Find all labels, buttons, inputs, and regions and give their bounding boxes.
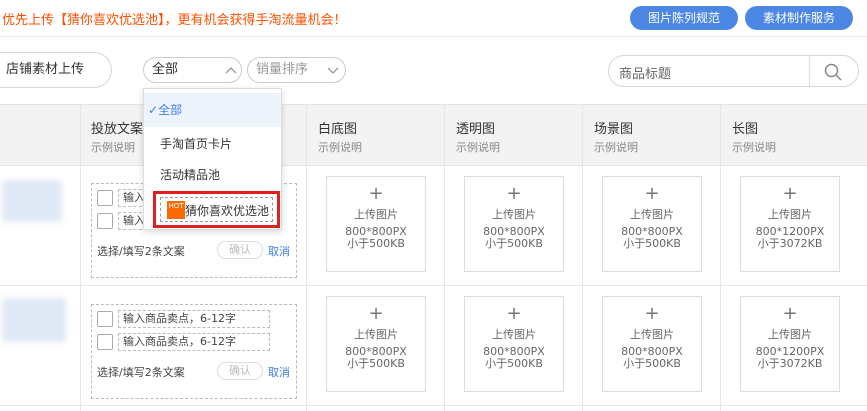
confirm-button[interactable]: 确认 <box>217 362 263 380</box>
confirm-button[interactable]: 确认 <box>217 241 263 259</box>
upload-label: 上传图片 <box>768 208 812 221</box>
product-thumbnail <box>2 180 62 222</box>
column-example-copy[interactable]: 示例说明 <box>91 139 135 155</box>
upload-white-bg[interactable]: + 上传图片 800*800PX 小于500KB <box>326 176 426 272</box>
dropdown-item-homepage-card[interactable]: 手淘首页卡片 <box>144 127 281 161</box>
dropdown-item-all[interactable]: ✓全部 <box>144 93 281 127</box>
column-header-transparent: 透明图 <box>456 122 496 137</box>
upload-white-bg[interactable]: + 上传图片 800*800PX 小于500KB <box>326 296 426 392</box>
store-material-upload-button[interactable]: 店铺素材上传 <box>0 52 112 88</box>
chevron-up-icon <box>225 67 237 74</box>
cancel-link[interactable]: 取消 <box>268 243 290 259</box>
sort-select[interactable]: 销量排序 <box>247 57 346 83</box>
upload-label: 上传图片 <box>630 208 674 221</box>
upload-transparent[interactable]: + 上传图片 800*800PX 小于500KB <box>464 176 564 272</box>
hot-badge-icon: HOT <box>167 201 185 219</box>
column-example-scene[interactable]: 示例说明 <box>594 139 638 155</box>
plus-icon: + <box>782 303 798 324</box>
scope-select-value: 全部 <box>152 62 179 77</box>
dropdown-item-activity-pool[interactable]: 活动精品池 <box>144 158 281 192</box>
copy-checkbox[interactable] <box>97 311 113 327</box>
copy-editor: 输入商品卖点，6-12字 输入商品卖点，6-12字 选择/填写2条文案 确认 取… <box>91 304 297 399</box>
column-header-white-bg: 白底图 <box>318 122 358 137</box>
material-service-button[interactable]: 素材制作服务 <box>745 6 853 30</box>
column-divider <box>444 104 445 411</box>
dropdown-item-label: 猜你喜欢优选池 <box>185 204 270 218</box>
column-header-scene: 场景图 <box>594 122 634 137</box>
plus-icon: + <box>506 183 522 204</box>
plus-icon: + <box>644 183 660 204</box>
plus-icon: + <box>644 303 660 324</box>
chevron-down-icon <box>327 67 339 74</box>
upload-long[interactable]: + 上传图片 800*1200PX 小于3072KB <box>740 176 840 272</box>
sort-select-value: 销量排序 <box>256 62 309 77</box>
upload-limit: 小于500KB <box>485 237 543 250</box>
upload-limit: 小于3072KB <box>757 237 823 250</box>
upload-label: 上传图片 <box>354 208 398 221</box>
upload-limit: 小于500KB <box>347 357 405 370</box>
plus-icon: + <box>782 183 798 204</box>
copy-checkbox[interactable] <box>97 213 113 229</box>
column-example-transparent[interactable]: 示例说明 <box>456 139 500 155</box>
upload-limit: 小于500KB <box>623 237 681 250</box>
plus-icon: + <box>506 303 522 324</box>
upload-scene[interactable]: + 上传图片 800*800PX 小于500KB <box>602 176 702 272</box>
divider <box>0 36 867 37</box>
upload-limit: 小于500KB <box>347 237 405 250</box>
dropdown-item-guess-you-like[interactable]: HOT 猜你喜欢优选池 <box>153 191 280 228</box>
product-thumbnail <box>2 298 66 342</box>
column-divider <box>720 104 721 411</box>
column-divider <box>306 104 307 411</box>
column-divider <box>582 104 583 411</box>
plus-icon: + <box>368 303 384 324</box>
column-header-long: 长图 <box>732 122 759 137</box>
row-divider <box>0 285 867 286</box>
upload-limit: 小于500KB <box>623 357 681 370</box>
upload-limit: 小于3072KB <box>757 357 823 370</box>
upload-label: 上传图片 <box>630 328 674 341</box>
search-divider <box>809 56 810 86</box>
copy-checkbox[interactable] <box>97 190 113 206</box>
column-example-white-bg[interactable]: 示例说明 <box>318 139 362 155</box>
dropdown-item-label: 全部 <box>158 103 183 117</box>
upload-limit: 小于500KB <box>485 357 543 370</box>
copy-hint: 选择/填写2条文案 <box>97 366 185 379</box>
search-box: 商品标题 <box>608 55 859 87</box>
search-icon[interactable] <box>823 62 843 82</box>
column-divider <box>80 104 81 411</box>
notice-bar: 优先上传【猜你喜欢优选池】，更有机会获得手淘流量机会！ 图片陈列规范 素材制作服… <box>0 0 867 36</box>
upload-label: 上传图片 <box>492 208 536 221</box>
upload-label: 上传图片 <box>768 328 812 341</box>
search-input[interactable]: 商品标题 <box>619 63 671 82</box>
cancel-link[interactable]: 取消 <box>268 364 290 380</box>
highlight-inner: HOT 猜你喜欢优选池 <box>160 197 273 222</box>
plus-icon: + <box>368 183 384 204</box>
copy-hint: 选择/填写2条文案 <box>97 245 185 258</box>
image-spec-button[interactable]: 图片陈列规范 <box>630 6 738 30</box>
column-header-copy: 投放文案 <box>91 122 144 137</box>
notice-text: 优先上传【猜你喜欢优选池】，更有机会获得手淘流量机会！ <box>2 13 347 28</box>
copy-checkbox[interactable] <box>97 334 113 350</box>
upload-label: 上传图片 <box>492 328 536 341</box>
copy-input[interactable]: 输入商品卖点，6-12字 <box>118 310 270 328</box>
upload-label: 上传图片 <box>354 328 398 341</box>
upload-scene[interactable]: + 上传图片 800*800PX 小于500KB <box>602 296 702 392</box>
row-divider <box>0 405 867 406</box>
upload-long[interactable]: + 上传图片 800*1200PX 小于3072KB <box>740 296 840 392</box>
column-example-long[interactable]: 示例说明 <box>732 139 776 155</box>
check-icon: ✓ <box>148 103 159 117</box>
upload-transparent[interactable]: + 上传图片 800*800PX 小于500KB <box>464 296 564 392</box>
copy-input[interactable]: 输入商品卖点，6-12字 <box>118 333 270 351</box>
scope-select[interactable]: 全部 <box>143 57 242 83</box>
